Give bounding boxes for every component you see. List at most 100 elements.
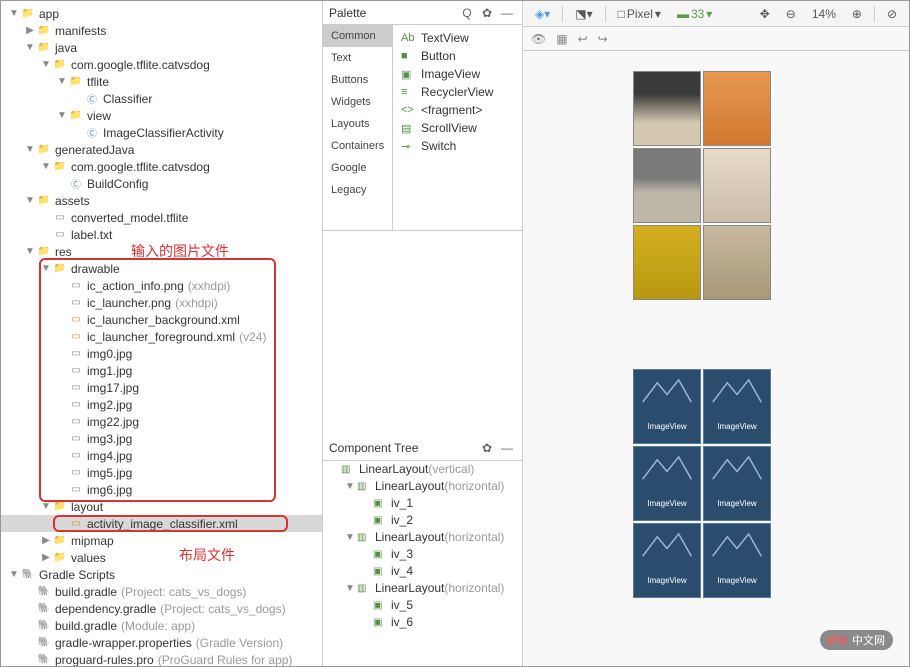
tree-node-bg1[interactable]: 🐘build.gradle(Project: cats_vs_dogs) — [1, 583, 322, 600]
tree-node-gwrap[interactable]: 🐘gradle-wrapper.properties(Gradle Versio… — [1, 634, 322, 651]
minimize-icon[interactable]: — — [498, 439, 516, 457]
expand-arrow-icon[interactable]: ▼ — [57, 111, 67, 121]
tree-node-proguard[interactable]: 🐘proguard-rules.pro(ProGuard Rules for a… — [1, 651, 322, 666]
palette-category-legacy[interactable]: Legacy — [323, 179, 392, 201]
palette-item-scrollview[interactable]: ▤ScrollView — [393, 119, 522, 137]
expand-arrow-icon[interactable]: ▼ — [41, 264, 51, 274]
component-node[interactable]: ▣iv_6 — [323, 614, 522, 631]
component-node[interactable]: ▼▥LinearLayout (horizontal) — [323, 478, 522, 495]
expand-arrow-icon[interactable]: ▼ — [345, 481, 355, 491]
component-node[interactable]: ▣iv_2 — [323, 512, 522, 529]
expand-arrow-icon[interactable]: ▼ — [9, 9, 19, 19]
blueprint-icon[interactable]: ▦ — [556, 32, 567, 46]
tree-node-drawable[interactable]: ▼📁drawable — [1, 260, 322, 277]
back-icon[interactable]: ↩ — [578, 32, 588, 46]
layers-icon[interactable]: ◈▾ — [531, 5, 554, 23]
tree-node-img6[interactable]: ▭img6.jpg — [1, 481, 322, 498]
forward-icon[interactable]: ↪ — [598, 32, 608, 46]
expand-arrow-icon[interactable]: ▼ — [25, 196, 35, 206]
tree-node-icfg[interactable]: ▭ic_launcher_foreground.xml(v24) — [1, 328, 322, 345]
warnings-icon[interactable]: ⊘ — [883, 5, 901, 23]
gear-icon[interactable]: ✿ — [478, 4, 496, 22]
palette-item-switch[interactable]: ⊸Switch — [393, 137, 522, 155]
tree-node-classifier[interactable]: ⒸClassifier — [1, 90, 322, 107]
tree-node-iclauncher[interactable]: ▭ic_launcher.png(xxhdpi) — [1, 294, 322, 311]
expand-arrow-icon[interactable]: ▼ — [9, 570, 19, 580]
expand-arrow-icon[interactable]: ▶ — [41, 553, 51, 563]
palette-category-containers[interactable]: Containers — [323, 135, 392, 157]
tree-node-model[interactable]: ▭converted_model.tflite — [1, 209, 322, 226]
gear-icon[interactable]: ✿ — [478, 439, 496, 457]
palette-item-imageview[interactable]: ▣ImageView — [393, 65, 522, 83]
palette-category-layouts[interactable]: Layouts — [323, 113, 392, 135]
palette-category-google[interactable]: Google — [323, 157, 392, 179]
expand-arrow-icon[interactable]: ▶ — [41, 536, 51, 546]
expand-arrow-icon[interactable]: ▼ — [41, 502, 51, 512]
tree-node-dep[interactable]: 🐘dependency.gradle(Project: cats_vs_dogs… — [1, 600, 322, 617]
tree-node-mipmap[interactable]: ▶📁mipmap — [1, 532, 322, 549]
tree-node-layout[interactable]: ▼📁layout — [1, 498, 322, 515]
eye-icon[interactable]: 👁 — [531, 32, 546, 46]
tree-node-img3[interactable]: ▭img3.jpg — [1, 430, 322, 447]
tree-node-tflite[interactable]: ▼📁tflite — [1, 73, 322, 90]
component-node[interactable]: ▥LinearLayout (vertical) — [323, 461, 522, 478]
expand-arrow-icon[interactable]: ▼ — [345, 532, 355, 542]
tree-node-buildconfig[interactable]: ⒸBuildConfig — [1, 175, 322, 192]
tree-node-img17[interactable]: ▭img17.jpg — [1, 379, 322, 396]
tree-node-img22[interactable]: ▭img22.jpg — [1, 413, 322, 430]
design-surface[interactable] — [523, 51, 909, 300]
tree-node-icinfo[interactable]: ▭ic_action_info.png(xxhdpi) — [1, 277, 322, 294]
tree-node-manifests[interactable]: ▶📁manifests — [1, 22, 322, 39]
minimize-icon[interactable]: — — [498, 4, 516, 22]
palette-item-textview[interactable]: AbTextView — [393, 29, 522, 47]
tree-node-app[interactable]: ▼📁app — [1, 5, 322, 22]
search-icon[interactable]: Q — [458, 4, 476, 22]
palette-item-recyclerview[interactable]: ≡RecyclerView — [393, 83, 522, 101]
device-selector[interactable]: □ Pixel▾ — [614, 5, 665, 23]
tree-node-gradle[interactable]: ▼🐘Gradle Scripts — [1, 566, 322, 583]
tree-node-pkg2[interactable]: ▼📁com.google.tflite.catvsdog — [1, 158, 322, 175]
component-node[interactable]: ▣iv_1 — [323, 495, 522, 512]
component-node[interactable]: ▣iv_5 — [323, 597, 522, 614]
palette-item-button[interactable]: ■Button — [393, 47, 522, 65]
component-node[interactable]: ▼▥LinearLayout (horizontal) — [323, 580, 522, 597]
palette-category-widgets[interactable]: Widgets — [323, 91, 392, 113]
expand-arrow-icon[interactable]: ▼ — [345, 583, 355, 593]
tree-node-img5[interactable]: ▭img5.jpg — [1, 464, 322, 481]
expand-arrow-icon[interactable]: ▶ — [25, 26, 35, 36]
palette-category-common[interactable]: Common — [323, 25, 392, 47]
component-node[interactable]: ▼▥LinearLayout (horizontal) — [323, 529, 522, 546]
tree-node-icbg[interactable]: ▭ic_launcher_background.xml — [1, 311, 322, 328]
expand-arrow-icon[interactable]: ▼ — [25, 247, 35, 257]
orientation-icon[interactable]: ⬔▾ — [571, 5, 596, 23]
api-selector[interactable]: ▬ 33▾ — [673, 5, 716, 23]
tree-node-bg2[interactable]: 🐘build.gradle(Module: app) — [1, 617, 322, 634]
tree-node-img2[interactable]: ▭img2.jpg — [1, 396, 322, 413]
tree-node-values[interactable]: ▶📁values — [1, 549, 322, 566]
expand-arrow-icon[interactable]: ▼ — [41, 60, 51, 70]
expand-arrow-icon[interactable]: ▼ — [25, 43, 35, 53]
tree-node-java[interactable]: ▼📁java — [1, 39, 322, 56]
palette-category-text[interactable]: Text — [323, 47, 392, 69]
zoom-level[interactable]: 14% — [808, 5, 840, 23]
tree-node-img0[interactable]: ▭img0.jpg — [1, 345, 322, 362]
tree-node-activityxml[interactable]: ▭activity_image_classifier.xml — [1, 515, 322, 532]
tree-node-img4[interactable]: ▭img4.jpg — [1, 447, 322, 464]
zoom-out-icon[interactable]: ⊖ — [782, 5, 800, 23]
palette-item-fragment[interactable]: <><fragment> — [393, 101, 522, 119]
component-node[interactable]: ▣iv_3 — [323, 546, 522, 563]
tree-node-img1[interactable]: ▭img1.jpg — [1, 362, 322, 379]
tree-node-ica[interactable]: ⒸImageClassifierActivity — [1, 124, 322, 141]
expand-arrow-icon[interactable]: ▼ — [41, 162, 51, 172]
expand-arrow-icon[interactable]: ▼ — [25, 145, 35, 155]
pan-icon[interactable]: ✥ — [756, 5, 774, 23]
tree-node-pkg1[interactable]: ▼📁com.google.tflite.catvsdog — [1, 56, 322, 73]
tree-node-assets[interactable]: ▼📁assets — [1, 192, 322, 209]
component-node[interactable]: ▣iv_4 — [323, 563, 522, 580]
tree-node-genjava[interactable]: ▼📁generatedJava — [1, 141, 322, 158]
zoom-in-icon[interactable]: ⊕ — [848, 5, 866, 23]
component-node-label: iv_4 — [391, 564, 413, 578]
tree-node-viewpkg[interactable]: ▼📁view — [1, 107, 322, 124]
expand-arrow-icon[interactable]: ▼ — [57, 77, 67, 87]
palette-category-buttons[interactable]: Buttons — [323, 69, 392, 91]
